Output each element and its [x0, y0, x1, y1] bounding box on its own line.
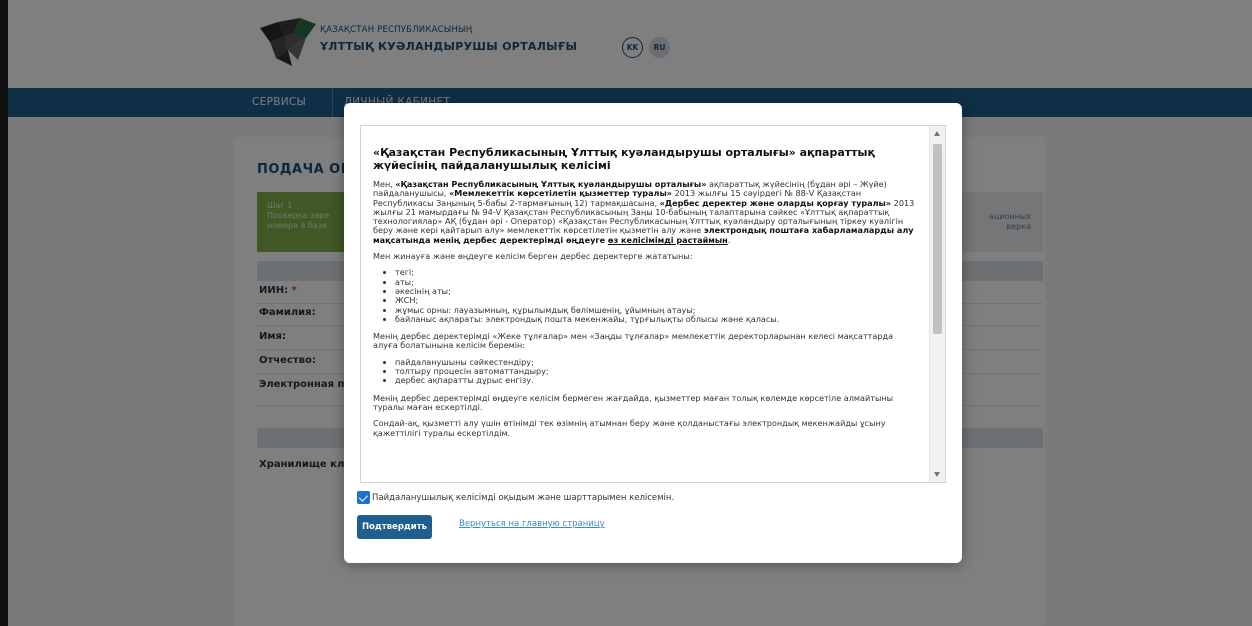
scrollbar-thumb[interactable]: [933, 144, 942, 334]
agreement-text: «Қазақстан Республикасының Ұлттық куәлан…: [361, 126, 929, 482]
consent-row: Пайдаланушылық келісімді оқыдым және шар…: [357, 491, 674, 504]
left-edge-strip: [0, 0, 8, 626]
personal-data-list: тегі; аты; әкесінің аты; ЖСН; жұмыс орны…: [395, 268, 919, 324]
consent-label[interactable]: Пайдаланушылық келісімді оқыдым және шар…: [372, 493, 674, 503]
agreement-paragraph-4: Менің дербес деректерімді өңдеуге келісі…: [373, 392, 894, 412]
agreement-scrollbar[interactable]: [929, 126, 945, 482]
list-item: аты;: [395, 277, 919, 287]
confirm-button[interactable]: Подтвердить: [357, 515, 432, 539]
list-item: тегі;: [395, 268, 919, 278]
agreement-paragraph-5: Сондай-ақ, қызметті алу үшін өтінімді те…: [373, 418, 886, 438]
agreement-title: «Қазақстан Республикасының Ұлттық куәлан…: [373, 146, 875, 172]
list-item: әкесінің аты;: [395, 286, 919, 296]
scroll-up-arrow-icon[interactable]: [934, 131, 940, 136]
purposes-list: пайдаланушыны сәйкестендіру; толтыру про…: [395, 357, 919, 386]
list-item: дербес ақпаратты дұрыс енгізу.: [395, 376, 919, 386]
text-run: .: [727, 234, 731, 245]
scroll-down-arrow-icon[interactable]: [934, 472, 940, 477]
list-item: байланыс ақпараты: электрондық пошта мек…: [395, 314, 919, 324]
agreement-paragraph-2: Мен жинауға және өңдеуге келісім берген …: [373, 251, 693, 262]
consent-checkbox[interactable]: [357, 491, 370, 504]
agreement-paragraph-3: Менің дербес деректерімді «Жеке тұлғалар…: [373, 331, 894, 351]
user-agreement-modal: «Қазақстан Республикасының Ұлттық куәлан…: [344, 103, 962, 563]
text-run-underlined: өз келісімімді растаймын: [607, 234, 728, 245]
agreement-paragraph-1: Мен, «Қазақстан Республикасының Ұлттық к…: [373, 179, 919, 245]
agreement-scroll-box[interactable]: «Қазақстан Республикасының Ұлттық куәлан…: [360, 125, 946, 483]
back-to-home-link[interactable]: Вернуться на главную страницу: [459, 519, 605, 529]
